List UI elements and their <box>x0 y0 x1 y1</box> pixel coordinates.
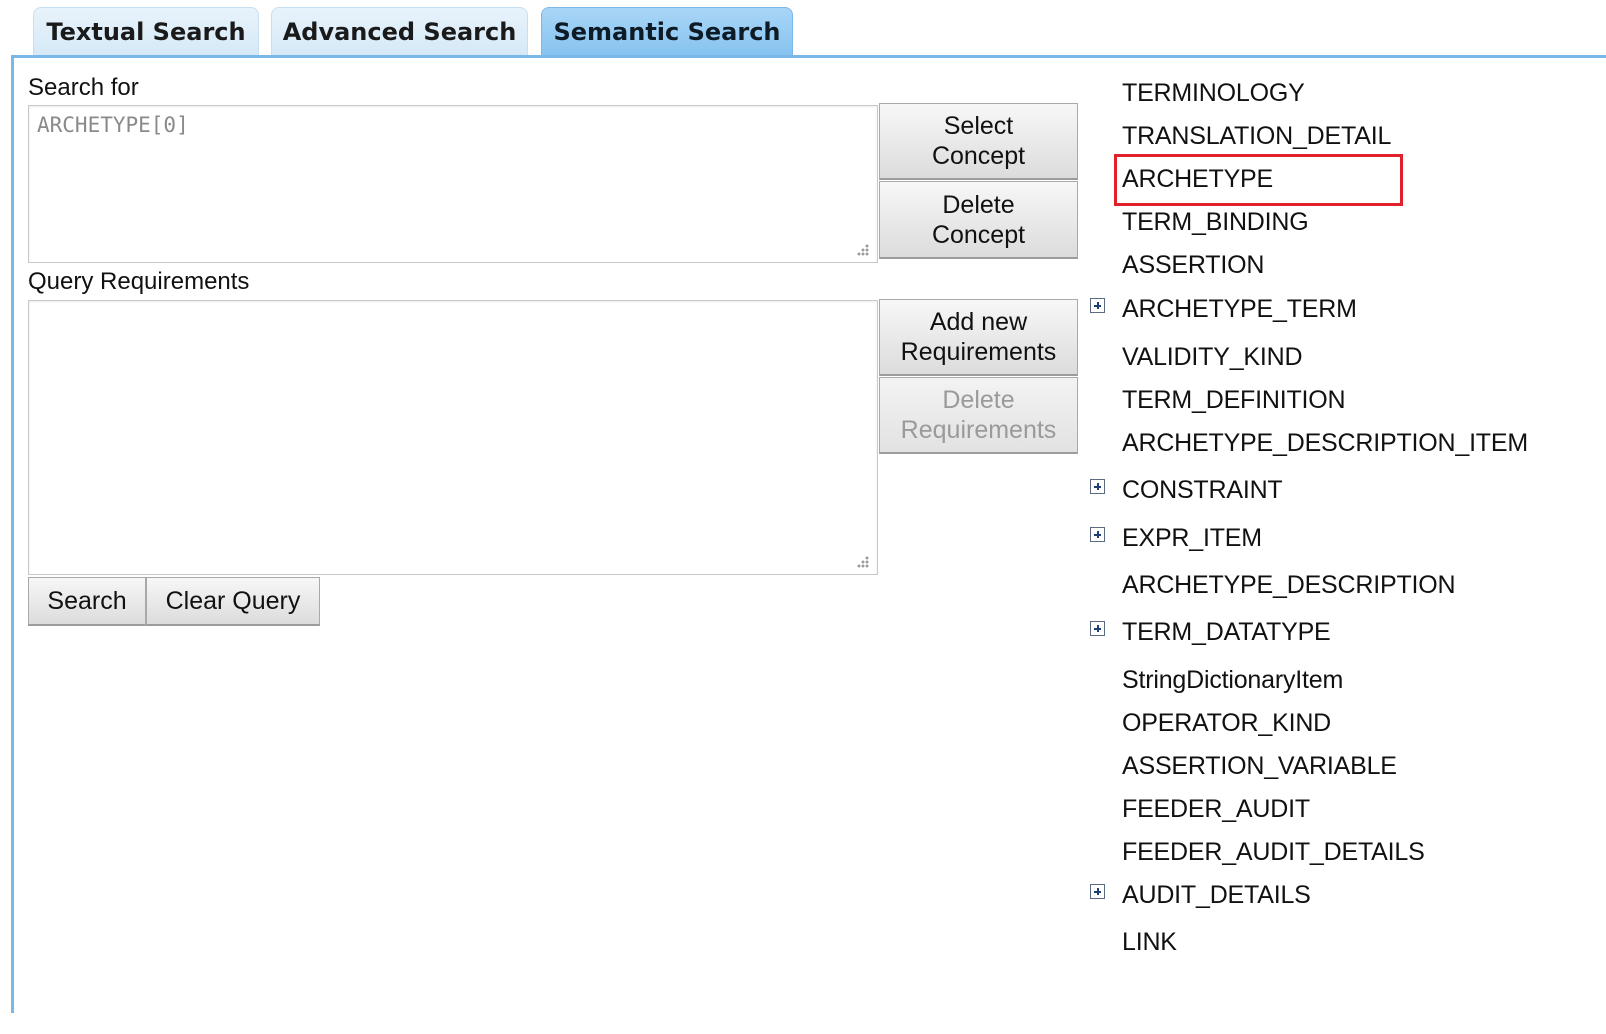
tree-item[interactable]: VALIDITY_KIND <box>1088 340 1588 374</box>
search-for-value: ARCHETYPE[0] <box>37 113 189 137</box>
tree-item[interactable]: ARCHETYPE_TERM <box>1088 292 1588 326</box>
add-requirements-button[interactable]: Add new Requirements <box>879 299 1078 376</box>
tree-item-label[interactable]: TERM_DATATYPE <box>1122 615 1331 649</box>
expand-plus-icon[interactable] <box>1090 479 1105 494</box>
tree-item[interactable]: ARCHETYPE_DESCRIPTION <box>1088 568 1588 602</box>
tree-item[interactable]: ASSERTION_VARIABLE <box>1088 749 1588 783</box>
tree-item[interactable]: AUDIT_DETAILS <box>1088 878 1588 912</box>
tree-item-label[interactable]: EXPR_ITEM <box>1122 521 1262 555</box>
query-requirements-label: Query Requirements <box>28 268 250 295</box>
tree-item-label[interactable]: ARCHETYPE <box>1122 162 1273 196</box>
tree-item[interactable]: TERM_DEFINITION <box>1088 383 1588 417</box>
expand-plus-icon[interactable] <box>1090 527 1105 542</box>
tree-item[interactable]: ARCHETYPE_DESCRIPTION_ITEM <box>1088 426 1588 460</box>
search-for-textarea[interactable]: ARCHETYPE[0] <box>28 105 878 263</box>
tree-item-label[interactable]: ARCHETYPE_TERM <box>1122 292 1357 326</box>
tree-item[interactable]: EXPR_ITEM <box>1088 521 1588 555</box>
query-requirements-textarea[interactable] <box>28 300 878 575</box>
tree-item[interactable]: ASSERTION <box>1088 248 1588 282</box>
expand-plus-icon[interactable] <box>1090 621 1105 636</box>
expand-plus-icon[interactable] <box>1090 884 1105 899</box>
tree-item-label[interactable]: CONSTRAINT <box>1122 473 1283 507</box>
delete-concept-button[interactable]: Delete Concept <box>879 181 1078 259</box>
expand-plus-icon[interactable] <box>1090 298 1105 313</box>
tree-item-label[interactable]: ASSERTION_VARIABLE <box>1122 749 1397 783</box>
tree-item-label[interactable]: OPERATOR_KIND <box>1122 706 1331 740</box>
tree-item-label[interactable]: ARCHETYPE_DESCRIPTION <box>1122 568 1456 602</box>
resize-grip-icon[interactable] <box>855 554 869 568</box>
tree-item[interactable]: LINK <box>1088 925 1588 959</box>
tree-item[interactable]: FEEDER_AUDIT <box>1088 792 1588 826</box>
tree-item-label[interactable]: FEEDER_AUDIT_DETAILS <box>1122 835 1425 869</box>
tree-item-label[interactable]: StringDictionaryItem <box>1122 663 1343 697</box>
tree-item-label[interactable]: ASSERTION <box>1122 248 1264 282</box>
search-button[interactable]: Search <box>28 577 146 626</box>
tree-item-label[interactable]: TERMINOLOGY <box>1122 76 1305 110</box>
tree-item[interactable]: TERM_BINDING <box>1088 205 1588 239</box>
search-for-label: Search for <box>28 74 139 101</box>
tree-item[interactable]: ARCHETYPE <box>1088 162 1588 196</box>
tree-item[interactable]: TERM_DATATYPE <box>1088 615 1588 649</box>
tree-item[interactable]: OPERATOR_KIND <box>1088 706 1588 740</box>
tree-item[interactable]: StringDictionaryItem <box>1088 663 1588 697</box>
tree-item-label[interactable]: TERM_BINDING <box>1122 205 1309 239</box>
tab-advanced-search[interactable]: Advanced Search <box>271 7 528 55</box>
tree-item-label[interactable]: FEEDER_AUDIT <box>1122 792 1310 826</box>
select-concept-button[interactable]: Select Concept <box>879 103 1078 180</box>
semantic-search-page: Textual Search Advanced Search Semantic … <box>0 0 1606 1034</box>
tree-item-label[interactable]: ARCHETYPE_DESCRIPTION_ITEM <box>1122 426 1528 460</box>
tree-item[interactable]: TRANSLATION_DETAIL <box>1088 119 1588 153</box>
tree-item[interactable]: FEEDER_AUDIT_DETAILS <box>1088 835 1588 869</box>
tree-item-label[interactable]: VALIDITY_KIND <box>1122 340 1303 374</box>
delete-requirements-button: Delete Requirements <box>879 377 1078 454</box>
tab-semantic-search[interactable]: Semantic Search <box>541 7 793 55</box>
clear-query-button[interactable]: Clear Query <box>146 577 320 626</box>
tree-item-label[interactable]: LINK <box>1122 925 1177 959</box>
resize-grip-icon[interactable] <box>855 242 869 256</box>
tree-item-label[interactable]: TRANSLATION_DETAIL <box>1122 119 1391 153</box>
tab-textual-search[interactable]: Textual Search <box>33 7 259 55</box>
tree-item[interactable]: TERMINOLOGY <box>1088 76 1588 110</box>
tree-item-label[interactable]: AUDIT_DETAILS <box>1122 878 1311 912</box>
tree-item-label[interactable]: TERM_DEFINITION <box>1122 383 1346 417</box>
tree-item[interactable]: CONSTRAINT <box>1088 473 1588 507</box>
